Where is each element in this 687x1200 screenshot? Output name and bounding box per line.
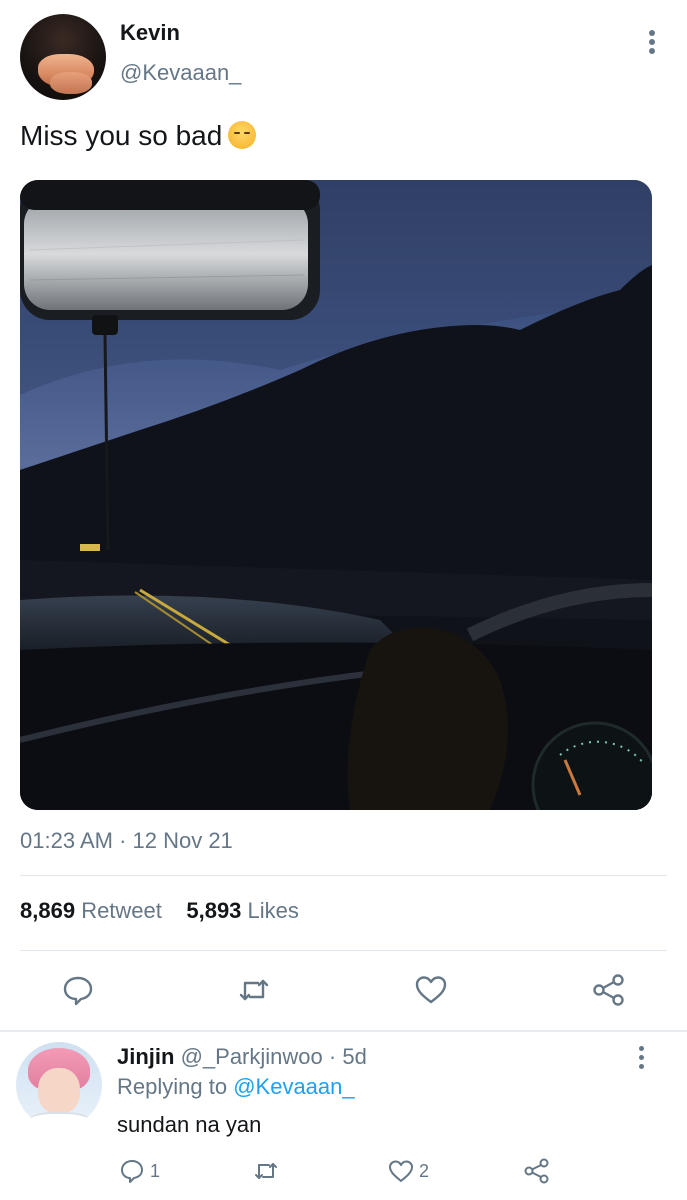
- reply-header: Jinjin @_Parkjinwoo · 5d: [117, 1044, 367, 1070]
- like-count: 2: [419, 1160, 430, 1181]
- reply-author-handle[interactable]: @_Parkjinwoo: [181, 1044, 323, 1069]
- retweets-stat[interactable]: 8,869 Retweet: [20, 898, 162, 923]
- reply-icon: [121, 1160, 143, 1183]
- retweet-icon: [255, 1163, 277, 1179]
- likes-label: Likes: [247, 898, 299, 923]
- tweet-timestamp[interactable]: 01:23 AM · 12 Nov 21: [20, 828, 233, 854]
- tweet: Kevin @Kevaaan_ Miss you so bad 01:23 AM…: [0, 0, 687, 1030]
- share-icon[interactable]: [591, 972, 627, 1008]
- author-avatar[interactable]: [20, 14, 106, 100]
- replying-to-link[interactable]: @Kevaaan_: [233, 1074, 354, 1099]
- tweet-text-container: Miss you so bad: [20, 120, 257, 152]
- reply-author-avatar[interactable]: [16, 1042, 102, 1128]
- tweet-actions: [0, 972, 687, 1012]
- reply-icon[interactable]: [60, 972, 96, 1008]
- like-icon: [389, 1160, 413, 1182]
- reply-more-options-icon[interactable]: [630, 1044, 654, 1072]
- more-options-icon[interactable]: [640, 28, 664, 56]
- retweets-label: Retweet: [81, 898, 162, 923]
- reply-tweet[interactable]: Jinjin @_Parkjinwoo · 5d Replying to @Ke…: [0, 1032, 687, 1200]
- reply-like-button[interactable]: 2: [387, 1156, 429, 1186]
- reply-share-button[interactable]: [523, 1156, 551, 1186]
- like-icon[interactable]: [413, 972, 449, 1008]
- retweet-icon[interactable]: [236, 972, 272, 1008]
- tweet-image[interactable]: [20, 180, 652, 810]
- replying-label: Replying to: [117, 1074, 228, 1099]
- reply-text: sundan na yan: [117, 1112, 262, 1137]
- reply-retweet-button[interactable]: [252, 1156, 280, 1186]
- likes-stat[interactable]: 5,893 Likes: [186, 898, 299, 923]
- reply-time: · 5d: [328, 1044, 367, 1069]
- divider: [20, 950, 667, 951]
- tweet-text: Miss you so bad: [20, 120, 223, 151]
- tweet-stats: 8,869 Retweet 5,893 Likes: [20, 898, 299, 924]
- author-handle[interactable]: @Kevaaan_: [120, 60, 241, 86]
- reply-count: 1: [150, 1160, 161, 1181]
- retweets-count: 8,869: [20, 898, 76, 923]
- author-name[interactable]: Kevin: [120, 20, 180, 46]
- share-icon: [524, 1158, 549, 1184]
- likes-count: 5,893: [186, 898, 242, 923]
- reply-reply-button[interactable]: 1: [118, 1156, 160, 1186]
- pensive-face-emoji-icon: [228, 121, 257, 149]
- replying-to: Replying to @Kevaaan_: [117, 1074, 355, 1100]
- divider: [20, 875, 667, 876]
- reply-author-name[interactable]: Jinjin: [117, 1044, 174, 1069]
